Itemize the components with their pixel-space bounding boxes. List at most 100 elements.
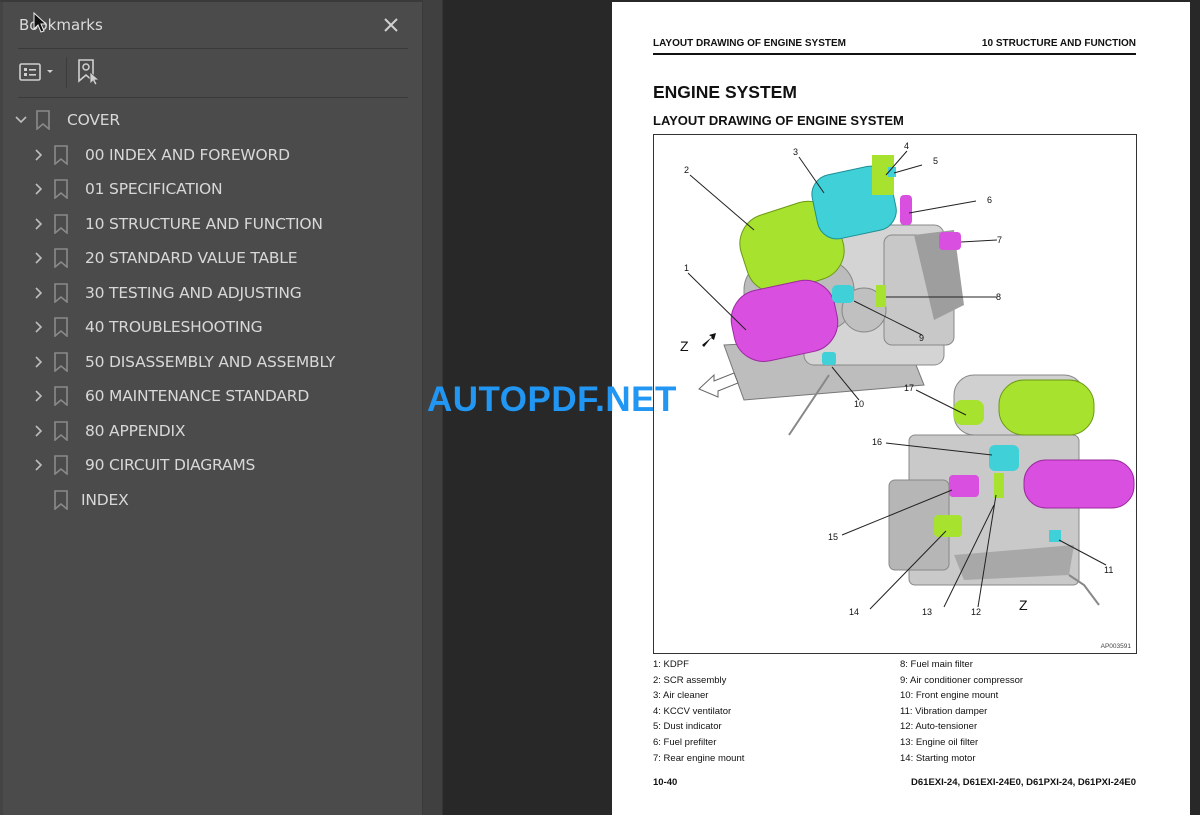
ac-compressor-part xyxy=(832,285,854,303)
chevron-right-icon[interactable] xyxy=(32,148,46,162)
bookmark-item[interactable]: 30 TESTING AND ADJUSTING xyxy=(32,276,302,310)
legend-item: 6: Fuel prefilter xyxy=(653,736,717,748)
bookmark-icon xyxy=(54,282,68,303)
bookmark-icon xyxy=(54,351,68,372)
chevron-right-icon[interactable] xyxy=(32,389,46,403)
chevron-right-icon[interactable] xyxy=(32,320,46,334)
chevron-right-icon[interactable] xyxy=(32,458,46,472)
bookmark-label: 00 INDEX AND FOREWORD xyxy=(85,145,290,164)
legend-item: 1: KDPF xyxy=(653,659,689,670)
chevron-right-icon[interactable] xyxy=(32,286,46,300)
lower-engine-illustration xyxy=(888,374,1135,606)
callout-label: 1 xyxy=(684,263,690,273)
callout-label: 5 xyxy=(933,156,939,166)
starting-motor-part xyxy=(934,515,962,537)
callout-label: 8 xyxy=(996,292,1002,302)
bookmark-icon xyxy=(54,213,68,234)
view-arrow-icon xyxy=(702,333,716,347)
callout-label: 16 xyxy=(872,437,883,447)
callout-label: 10 xyxy=(854,399,865,409)
rear-engine-mount-part xyxy=(939,232,961,250)
bookmark-label: 20 STANDARD VALUE TABLE xyxy=(85,249,298,267)
legend-item: 13: Engine oil filter xyxy=(900,736,979,748)
bookmark-item[interactable]: 10 STRUCTURE AND FUNCTION xyxy=(32,207,323,241)
bookmark-icon xyxy=(54,248,68,268)
bookmark-label: 80 APPENDIX xyxy=(85,421,186,440)
list-options-icon xyxy=(19,63,53,81)
toolbar-divider xyxy=(18,97,408,98)
callout-label: 11 xyxy=(1104,565,1114,575)
close-panel-button[interactable] xyxy=(380,14,402,36)
bookmark-item[interactable]: 00 INDEX AND FOREWORD xyxy=(32,138,290,172)
view-label: Z xyxy=(1019,597,1028,613)
page-number: 10-40 xyxy=(653,777,678,788)
bookmark-item[interactable]: 50 DISASSEMBLY AND ASSEMBLY xyxy=(32,345,335,379)
legend-item: 11: Vibration damper xyxy=(900,705,988,717)
chevron-right-icon[interactable] xyxy=(32,217,46,231)
scr-assembly-part-rear xyxy=(998,379,1095,436)
toolbar-separator xyxy=(66,57,67,88)
engine-layout-figure: 2 3 4 5 6 7 8 9 1 10 11 12 13 14 15 16 1… xyxy=(653,134,1137,654)
bookmark-label: 30 TESTING AND ADJUSTING xyxy=(85,283,302,302)
part-15 xyxy=(949,475,979,497)
fuel-main-filter-part xyxy=(876,285,886,307)
kdpf-part-rear xyxy=(1023,459,1135,509)
bookmark-item[interactable]: INDEX xyxy=(54,483,129,517)
ac-compressor-part-rear xyxy=(989,445,1019,471)
model-numbers: D61EXI-24, D61EXI-24E0, D61PXI-24, D61PX… xyxy=(911,777,1136,788)
callout-label: 15 xyxy=(828,532,839,542)
parts-legend-right: 8: Fuel main filter 9: Air conditioner c… xyxy=(900,657,1023,766)
bookmark-icon xyxy=(54,489,68,510)
chevron-right-icon[interactable] xyxy=(32,251,46,265)
chevron-right-icon[interactable] xyxy=(32,182,46,196)
figure-code: AP003591 xyxy=(1100,643,1131,650)
mouse-cursor-icon xyxy=(33,12,47,33)
callout-label: 17 xyxy=(904,383,915,393)
bookmark-label: 10 STRUCTURE AND FUNCTION xyxy=(85,214,323,233)
bookmark-icon xyxy=(54,144,68,165)
running-header-right: 10 STRUCTURE AND FUNCTION xyxy=(981,38,1136,49)
callout-label: 4 xyxy=(904,141,910,151)
bookmark-item[interactable]: 80 APPENDIX xyxy=(32,414,185,448)
legend-item: 7: Rear engine mount xyxy=(653,752,745,764)
legend-item: 3: Air cleaner xyxy=(653,690,709,702)
legend-item: 2: SCR assembly xyxy=(653,674,727,686)
bookmark-label: 40 TROUBLESHOOTING xyxy=(85,318,263,336)
legend-item: 10: Front engine mount xyxy=(900,690,999,702)
bookmark-item[interactable]: 90 CIRCUIT DIAGRAMS xyxy=(32,448,255,482)
bookmark-item[interactable]: 20 STANDARD VALUE TABLE xyxy=(32,241,298,275)
bookmarks-panel: Bookmarks COVER 00 INDEX AND FOREWORD 01… xyxy=(0,0,422,815)
legend-item: 8: Fuel main filter xyxy=(900,659,973,670)
bookmark-item[interactable]: 60 MAINTENANCE STANDARD xyxy=(32,379,309,413)
bookmark-label: 01 SPECIFICATION xyxy=(85,180,223,198)
engine-drawing xyxy=(687,150,1135,610)
callout-label: 13 xyxy=(922,607,933,617)
bookmark-item[interactable]: 01 SPECIFICATION xyxy=(32,172,223,206)
chevron-down-icon[interactable] xyxy=(14,113,28,127)
fuel-prefilter-part xyxy=(900,195,912,225)
document-page: LAYOUT DRAWING OF ENGINE SYSTEM 10 STRUC… xyxy=(612,2,1190,815)
bookmark-label: COVER xyxy=(67,111,120,129)
callout-label: 6 xyxy=(987,195,993,205)
legend-item: 5: Dust indicator xyxy=(653,721,722,733)
header-rule xyxy=(653,53,1136,55)
watermark: AUTOPDF.NET xyxy=(427,380,677,419)
running-header-left: LAYOUT DRAWING OF ENGINE SYSTEM xyxy=(653,38,846,49)
bookmark-options-button[interactable] xyxy=(18,62,58,84)
bookmark-icon xyxy=(54,455,68,475)
bookmark-icon xyxy=(54,179,68,199)
legend-item: 14: Starting motor xyxy=(900,752,976,764)
dropdown-caret-icon xyxy=(47,70,53,73)
upper-engine-illustration xyxy=(723,155,964,436)
bookmark-item[interactable]: 40 TROUBLESHOOTING xyxy=(32,310,263,344)
legend-item: 4: KCCV ventilator xyxy=(653,705,732,717)
turbo-part xyxy=(954,400,984,425)
chevron-right-icon[interactable] xyxy=(32,355,46,369)
find-current-bookmark-button[interactable] xyxy=(76,58,102,86)
bookmark-cover[interactable]: COVER xyxy=(14,103,120,137)
view-label: Z xyxy=(680,338,689,354)
chevron-right-icon[interactable] xyxy=(32,424,46,438)
bookmark-icon xyxy=(54,420,68,441)
oil-filter-part xyxy=(994,473,1004,498)
callout-label: 2 xyxy=(684,165,690,175)
